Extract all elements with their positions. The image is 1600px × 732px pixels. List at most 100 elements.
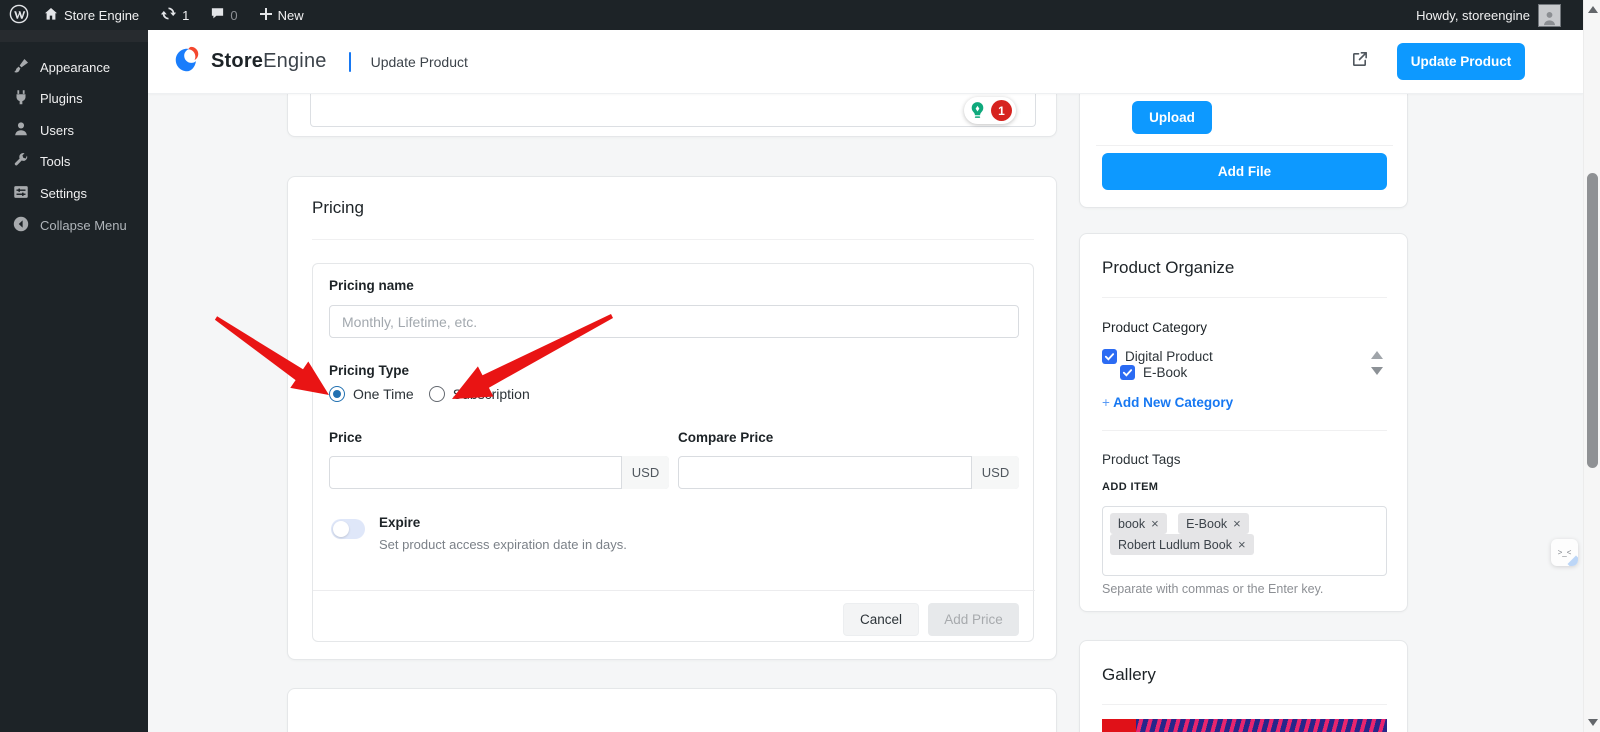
site-name: Store Engine [64,7,140,23]
sidebar-partial-item [0,30,148,42]
compare-price-label: Compare Price [678,430,774,445]
tag-label: book [1118,516,1146,531]
settings-icon [12,183,30,204]
updates-count: 1 [182,7,190,23]
remove-tag-icon[interactable]: × [1238,537,1246,552]
add-file-button[interactable]: Add File [1102,153,1387,190]
update-product-button[interactable]: Update Product [1397,43,1525,80]
storeengine-header: StoreEngine Update Product Update Produc… [148,30,1583,94]
header-divider [348,51,351,72]
sidebar-item-label: Settings [40,186,87,201]
sidebar-item-label: Appearance [40,60,111,75]
comments-menu[interactable]: 0 [203,0,244,30]
brand-name: StoreEngine [211,50,327,73]
product-organize-section: Product Organize Product Category Digita… [1079,233,1408,612]
category-row: Digital Product [1102,349,1213,364]
tags-input-box[interactable]: book × E-Book × Robert Ludlum Book × [1102,506,1387,576]
category-label: E-Book [1143,365,1188,380]
sidebar-item-label: Plugins [40,91,83,106]
scroll-down-icon[interactable] [1371,367,1383,375]
update-product-page: Store Engine 1 0 New Howdy, storeengine [0,0,1600,732]
compare-price-input[interactable] [678,456,1019,489]
pricing-section: Pricing Pricing name Pricing Type One Ti… [287,176,1057,660]
compare-currency-suffix: USD [971,456,1019,489]
sidebar-item-settings[interactable]: Settings [0,178,148,209]
writing-assistant-badge[interactable]: 1 [964,97,1016,124]
files-panel: Upload Add File [1079,93,1408,208]
assistant-widget[interactable]: >_< [1551,539,1578,566]
divider [1096,145,1393,146]
ebook-checkbox[interactable] [1120,365,1135,380]
scroll-up-icon[interactable] [1371,351,1383,359]
one-time-radio[interactable] [329,386,345,402]
add-item-label: ADD ITEM [1102,481,1159,493]
wp-sidebar: Appearance Plugins Users Tools Settings … [0,30,148,732]
wordpress-logo-icon[interactable] [9,4,29,27]
add-new-category-link[interactable]: + Add New Category [1102,395,1233,410]
updates-menu[interactable]: 1 [153,0,196,30]
comment-icon [210,6,225,24]
tag-chip: book × [1110,513,1167,534]
tools-icon [12,151,30,172]
sidebar-item-tools[interactable]: Tools [0,146,148,177]
price-input[interactable] [329,456,669,489]
comments-count: 0 [230,7,238,23]
collapse-icon [12,215,30,236]
product-tags-label: Product Tags [1102,452,1181,467]
pricing-title: Pricing [312,198,364,217]
add-price-button[interactable]: Add Price [928,603,1019,636]
updates-icon [160,5,177,25]
external-link-icon[interactable] [1350,50,1369,74]
storeengine-logo-icon [172,44,202,79]
subscription-label: Subscription [452,386,530,402]
partial-input[interactable] [310,91,1036,127]
tag-label: Robert Ludlum Book [1118,537,1232,552]
brand-light: Engine [263,50,327,72]
cancel-button[interactable]: Cancel [843,603,919,636]
remove-tag-icon[interactable]: × [1233,516,1241,531]
wp-admin-bar: Store Engine 1 0 New Howdy, storeengine [0,0,1583,30]
widget-face: >_< [1557,548,1572,557]
gallery-image[interactable] [1102,719,1387,732]
brand-bold: Store [211,50,264,72]
gallery-title: Gallery [1102,665,1156,684]
product-category-label: Product Category [1102,320,1208,335]
collapse-menu-button[interactable]: Collapse Menu [0,210,148,241]
scrollbar-down-arrow-icon[interactable] [1587,719,1598,726]
divider [1102,297,1387,298]
divider [312,239,1034,240]
top-partial-card: 1 [287,91,1057,137]
page-scrollbar[interactable] [1583,0,1600,732]
plus-icon: + [1102,395,1110,410]
howdy-text: Howdy, storeengine [1416,7,1530,23]
expire-label: Expire [379,515,421,530]
brand: StoreEngine [148,44,327,79]
divider [313,590,1035,591]
home-icon [43,6,59,25]
account-menu[interactable]: Howdy, storeengine [1416,3,1583,27]
page-title: Update Product [370,53,468,70]
upload-button[interactable]: Upload [1132,101,1212,134]
add-new-category-label: Add New Category [1113,395,1234,410]
site-menu[interactable]: Store Engine [36,0,146,30]
expire-description: Set product access expiration date in da… [379,537,627,552]
remove-tag-icon[interactable]: × [1151,516,1159,531]
category-row: E-Book [1120,365,1187,380]
scrollbar-up-arrow-icon[interactable] [1587,6,1598,13]
product-organize-title: Product Organize [1102,258,1235,277]
scrollbar-thumb[interactable] [1587,173,1598,468]
tag-chip: Robert Ludlum Book × [1110,534,1254,555]
sidebar-item-plugins[interactable]: Plugins [0,83,148,114]
expire-toggle[interactable] [331,519,365,539]
sidebar-item-users[interactable]: Users [0,115,148,146]
collapse-menu-label: Collapse Menu [40,218,127,233]
subscription-radio[interactable] [428,386,445,402]
price-label: Price [329,430,363,445]
divider [1102,704,1387,705]
tag-chip: E-Book × [1178,513,1249,534]
suggestion-bulb-icon [970,101,985,125]
new-menu[interactable]: New [252,0,311,30]
pricing-name-input[interactable] [329,305,1019,338]
digital-product-checkbox[interactable] [1102,349,1117,364]
sidebar-item-appearance[interactable]: Appearance [0,52,148,83]
